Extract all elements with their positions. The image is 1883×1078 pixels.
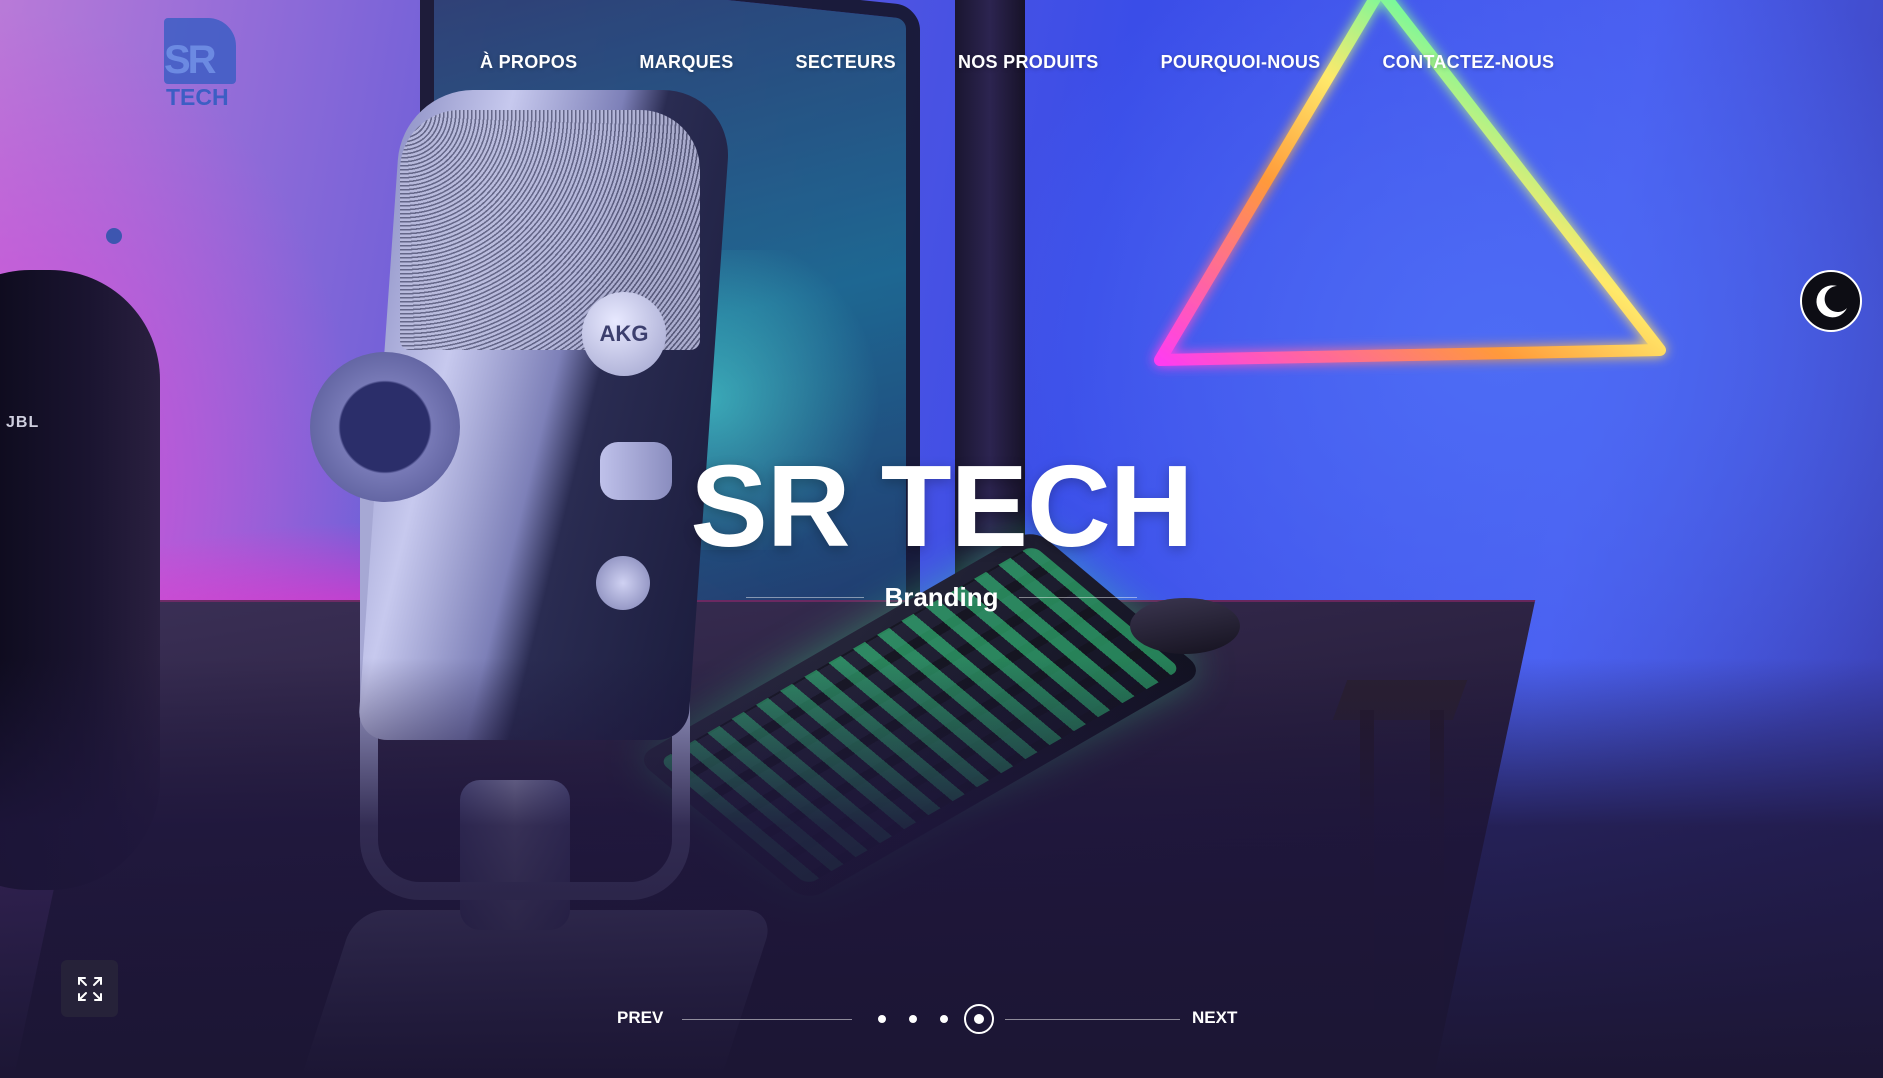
slide-dot-3[interactable] (940, 1015, 948, 1023)
speaker-brand-text: JBL (6, 414, 40, 431)
slider-navigation: PREV NEXT (617, 1004, 1247, 1034)
nav-item-nos-produits[interactable]: NOS PRODUITS (958, 52, 1099, 73)
microphone-brand-badge: AKG (582, 292, 666, 376)
expand-icon (77, 976, 102, 1001)
main-navigation: À PROPOS MARQUES SECTEURS NOS PRODUITS P… (480, 52, 1554, 73)
theme-toggle-button[interactable] (1800, 270, 1862, 332)
cursor-indicator-dot (106, 228, 122, 244)
hero-title: SR TECH (690, 441, 1193, 571)
slide-pagination (876, 1004, 996, 1034)
slide-dot-4-active[interactable] (964, 1004, 994, 1034)
hero-subtitle: Branding (884, 582, 999, 612)
nav-item-secteurs[interactable]: SECTEURS (796, 52, 896, 73)
site-logo[interactable]: SR TECH (164, 18, 236, 110)
moon-icon (1816, 285, 1847, 318)
nav-item-a-propos[interactable]: À PROPOS (480, 52, 577, 73)
slide-dot-2[interactable] (909, 1015, 917, 1023)
slider-line-right (1005, 1019, 1180, 1020)
hero-subtitle-row: Branding (0, 582, 1883, 613)
prev-slide-button[interactable]: PREV (617, 1008, 663, 1028)
logo-text-bottom: TECH (166, 84, 229, 110)
slide-dot-1[interactable] (878, 1015, 886, 1023)
nav-item-marques[interactable]: MARQUES (639, 52, 733, 73)
next-slide-button[interactable]: NEXT (1192, 1008, 1237, 1028)
fullscreen-button[interactable] (61, 960, 118, 1017)
nav-item-pourquoi-nous[interactable]: POURQUOI-NOUS (1161, 52, 1321, 73)
logo-text-top: SR (164, 38, 217, 82)
nav-item-contactez-nous[interactable]: CONTACTEZ-NOUS (1382, 52, 1554, 73)
slider-line-left (682, 1019, 852, 1020)
subtitle-divider-left (746, 597, 865, 598)
subtitle-divider-right (1018, 597, 1137, 598)
